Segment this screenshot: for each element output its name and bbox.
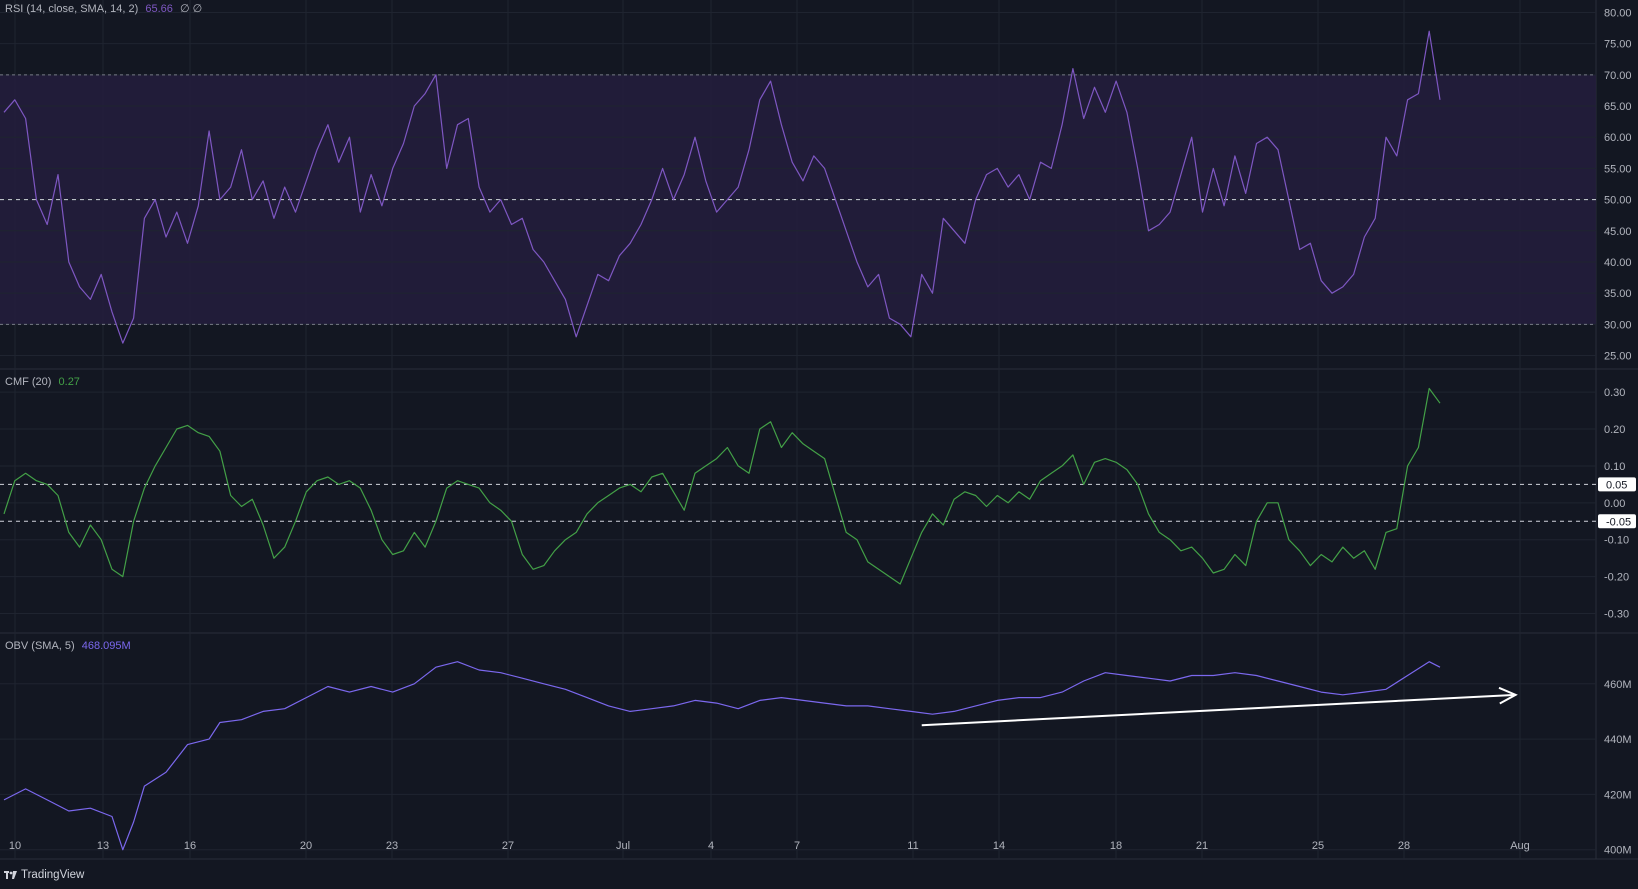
obv-y-tick-label: 420M xyxy=(1604,789,1632,801)
cmf-y-tick-label: -0.20 xyxy=(1604,572,1629,584)
obv-legend: OBV (SMA, 5) 468.095M xyxy=(5,640,131,652)
rsi-y-tick-label: 80.00 xyxy=(1604,7,1632,19)
rsi-legend: RSI (14, close, SMA, 14, 2) 65.66 ∅ ∅ xyxy=(5,2,202,15)
rsi-y-tick-label: 75.00 xyxy=(1604,39,1632,51)
rsi-y-tick-label: 55.00 xyxy=(1604,163,1632,175)
rsi-y-tick-label: 30.00 xyxy=(1604,319,1632,331)
obv-y-tick-label: 460M xyxy=(1604,679,1632,691)
x-tick-label: 21 xyxy=(1196,840,1208,852)
brand-text: TradingView xyxy=(21,869,85,881)
cmf-band-badge-label-1: 0.05 xyxy=(1606,479,1627,491)
x-tick-label: 18 xyxy=(1110,840,1122,852)
rsi-legend-value: 65.66 xyxy=(145,3,173,15)
x-tick-label: 10 xyxy=(9,840,21,852)
x-tick-label: 11 xyxy=(907,840,918,852)
obv-legend-label: OBV (SMA, 5) xyxy=(5,640,75,652)
cmf-y-tick-label: -0.10 xyxy=(1604,535,1629,547)
x-tick-label: 20 xyxy=(300,840,312,852)
x-tick-label: 27 xyxy=(502,840,514,852)
cmf-y-tick-label: -0.30 xyxy=(1604,609,1629,621)
cmf-legend: CMF (20) 0.27 xyxy=(5,376,80,388)
obv-y-tick-label: 440M xyxy=(1604,734,1632,746)
cmf-y-tick-label: 0.00 xyxy=(1604,498,1625,510)
x-tick-label: 4 xyxy=(708,840,714,852)
rsi-y-tick-label: 60.00 xyxy=(1604,132,1632,144)
tradingview-brand[interactable]: TradingView xyxy=(4,869,84,881)
rsi-y-tick-label: 45.00 xyxy=(1604,226,1632,238)
rsi-y-tick-label: 40.00 xyxy=(1604,257,1632,269)
cmf-band-badge-label-0: -0.05 xyxy=(1606,516,1631,528)
cmf-legend-label: CMF (20) xyxy=(5,376,52,388)
x-tick-label: 13 xyxy=(97,840,109,852)
rsi-legend-extra: ∅ ∅ xyxy=(179,3,203,15)
obv-legend-value: 468.095M xyxy=(81,640,131,652)
chart-canvas[interactable]: 80.0075.0070.0065.0060.0055.0050.0045.00… xyxy=(0,0,1638,889)
cmf-y-tick-label: 0.20 xyxy=(1604,424,1625,436)
rsi-y-tick-label: 70.00 xyxy=(1604,70,1632,82)
x-tick-label: Aug xyxy=(1510,840,1530,852)
x-tick-label: 23 xyxy=(386,840,398,852)
rsi-legend-label: RSI (14, close, SMA, 14, 2) xyxy=(5,3,139,15)
x-tick-label: 7 xyxy=(794,840,800,852)
rsi-y-tick-label: 50.00 xyxy=(1604,195,1632,207)
footer-bar: TradingView xyxy=(0,861,1638,889)
rsi-y-tick-label: 35.00 xyxy=(1604,288,1632,300)
cmf-y-tick-label: 0.10 xyxy=(1604,461,1625,473)
x-tick-label: 25 xyxy=(1312,840,1324,852)
cmf-legend-value: 0.27 xyxy=(58,376,80,388)
rsi-y-tick-label: 25.00 xyxy=(1604,351,1632,363)
x-tick-label: Jul xyxy=(616,840,630,852)
x-tick-label: 14 xyxy=(993,840,1005,852)
tradingview-logo-icon xyxy=(4,871,17,879)
rsi-y-tick-label: 65.00 xyxy=(1604,101,1632,113)
x-tick-label: 16 xyxy=(184,840,196,852)
obv-y-tick-label: 400M xyxy=(1604,845,1632,857)
cmf-y-tick-label: 0.30 xyxy=(1604,387,1625,399)
x-tick-label: 28 xyxy=(1398,840,1410,852)
